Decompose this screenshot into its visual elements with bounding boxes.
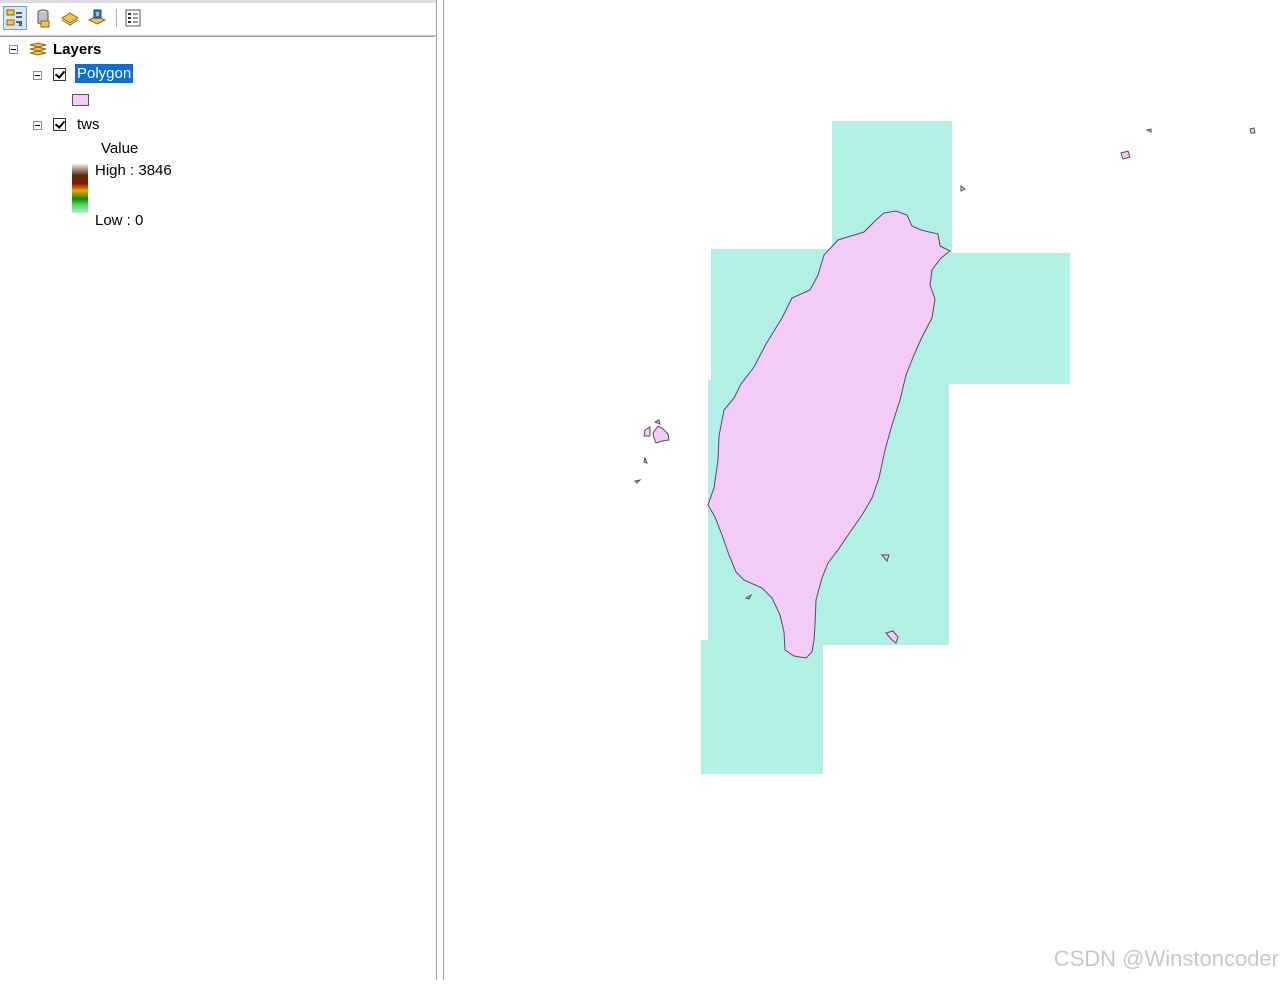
raster-block (942, 253, 1070, 384)
tws-visibility-checkbox[interactable] (53, 118, 66, 131)
polygon-symbol-swatch[interactable] (72, 94, 89, 106)
watermark: CSDN @Winstoncoder (1053, 946, 1279, 971)
table-of-contents-panel: Layers Polygon tws Value High : 3846 Low… (0, 0, 437, 980)
map-canvas[interactable] (444, 0, 1283, 980)
list-by-drawing-order-button[interactable] (3, 6, 27, 30)
panel-splitter[interactable] (437, 0, 444, 980)
list-by-drawing-order-icon (6, 9, 23, 27)
island (960, 185, 966, 192)
layers-collapse-toggle[interactable] (9, 45, 18, 54)
toolbar-separator (116, 9, 117, 27)
tws-collapse-toggle[interactable] (33, 121, 42, 130)
list-by-selection-button[interactable] (85, 6, 109, 30)
legend-field-label: Value (101, 140, 139, 157)
layer-label-tws[interactable]: tws (77, 116, 100, 133)
list-by-source-button[interactable] (31, 6, 55, 30)
island (633, 479, 642, 484)
toc-toolbar (0, 0, 436, 36)
list-by-visibility-icon (61, 12, 79, 26)
toolbar-top-edge (0, 0, 436, 3)
options-icon (125, 9, 141, 27)
list-by-source-icon (37, 9, 50, 28)
legend-high-label: High : 3846 (95, 162, 172, 179)
list-by-selection-icon (87, 9, 107, 25)
layers-icon (29, 42, 47, 56)
island (1249, 127, 1256, 134)
island (1145, 128, 1152, 133)
raster-block (701, 640, 823, 774)
tws-color-ramp[interactable] (72, 163, 88, 213)
island (653, 419, 661, 425)
legend-low-label: Low : 0 (95, 212, 144, 229)
map-display[interactable]: CSDN @Winstoncoder (444, 0, 1283, 980)
polygon-visibility-checkbox[interactable] (53, 68, 66, 81)
options-button[interactable] (121, 6, 145, 30)
list-by-visibility-button[interactable] (58, 6, 82, 30)
island (1120, 150, 1131, 160)
island (643, 426, 651, 437)
toc-tree (0, 36, 435, 980)
island (652, 425, 670, 444)
layers-root-label[interactable]: Layers (53, 41, 101, 58)
polygon-collapse-toggle[interactable] (33, 71, 42, 80)
island (643, 456, 648, 464)
layer-label-polygon[interactable]: Polygon (75, 64, 134, 83)
